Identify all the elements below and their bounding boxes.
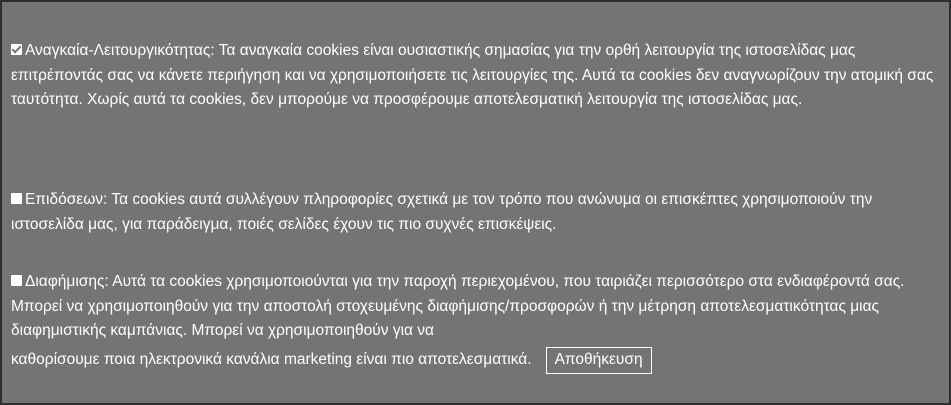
cookie-settings-panel: Αναγκαία-Λειτουργικότητας: Τα αναγκαία c… [0, 0, 951, 405]
advertising-label: Διαφήμισης: [25, 273, 109, 290]
advertising-description: Αυτά τα cookies χρησιμοποιούνται για την… [11, 273, 905, 339]
performance-label: Επιδόσεων: [25, 191, 108, 208]
advertising-checkbox[interactable] [11, 275, 22, 286]
advertising-description-end: καθορίσουμε ποια ηλεκτρονικά κανάλια mar… [11, 350, 532, 368]
cookie-category-necessary: Αναγκαία-Λειτουργικότητας: Τα αναγκαία c… [11, 39, 941, 113]
necessary-checkbox[interactable] [11, 44, 22, 55]
performance-description: Τα cookies αυτά συλλέγουν πληροφορίες σχ… [11, 191, 873, 233]
cookie-category-performance: Επιδόσεων: Τα cookies αυτά συλλέγουν πλη… [11, 188, 941, 237]
save-button[interactable]: Αποθήκευση [545, 346, 652, 374]
performance-checkbox[interactable] [11, 193, 22, 204]
necessary-label: Αναγκαία-Λειτουργικότητας: [25, 42, 215, 59]
cookie-category-advertising: Διαφήμισης: Αυτά τα cookies χρησιμοποιού… [11, 270, 941, 376]
